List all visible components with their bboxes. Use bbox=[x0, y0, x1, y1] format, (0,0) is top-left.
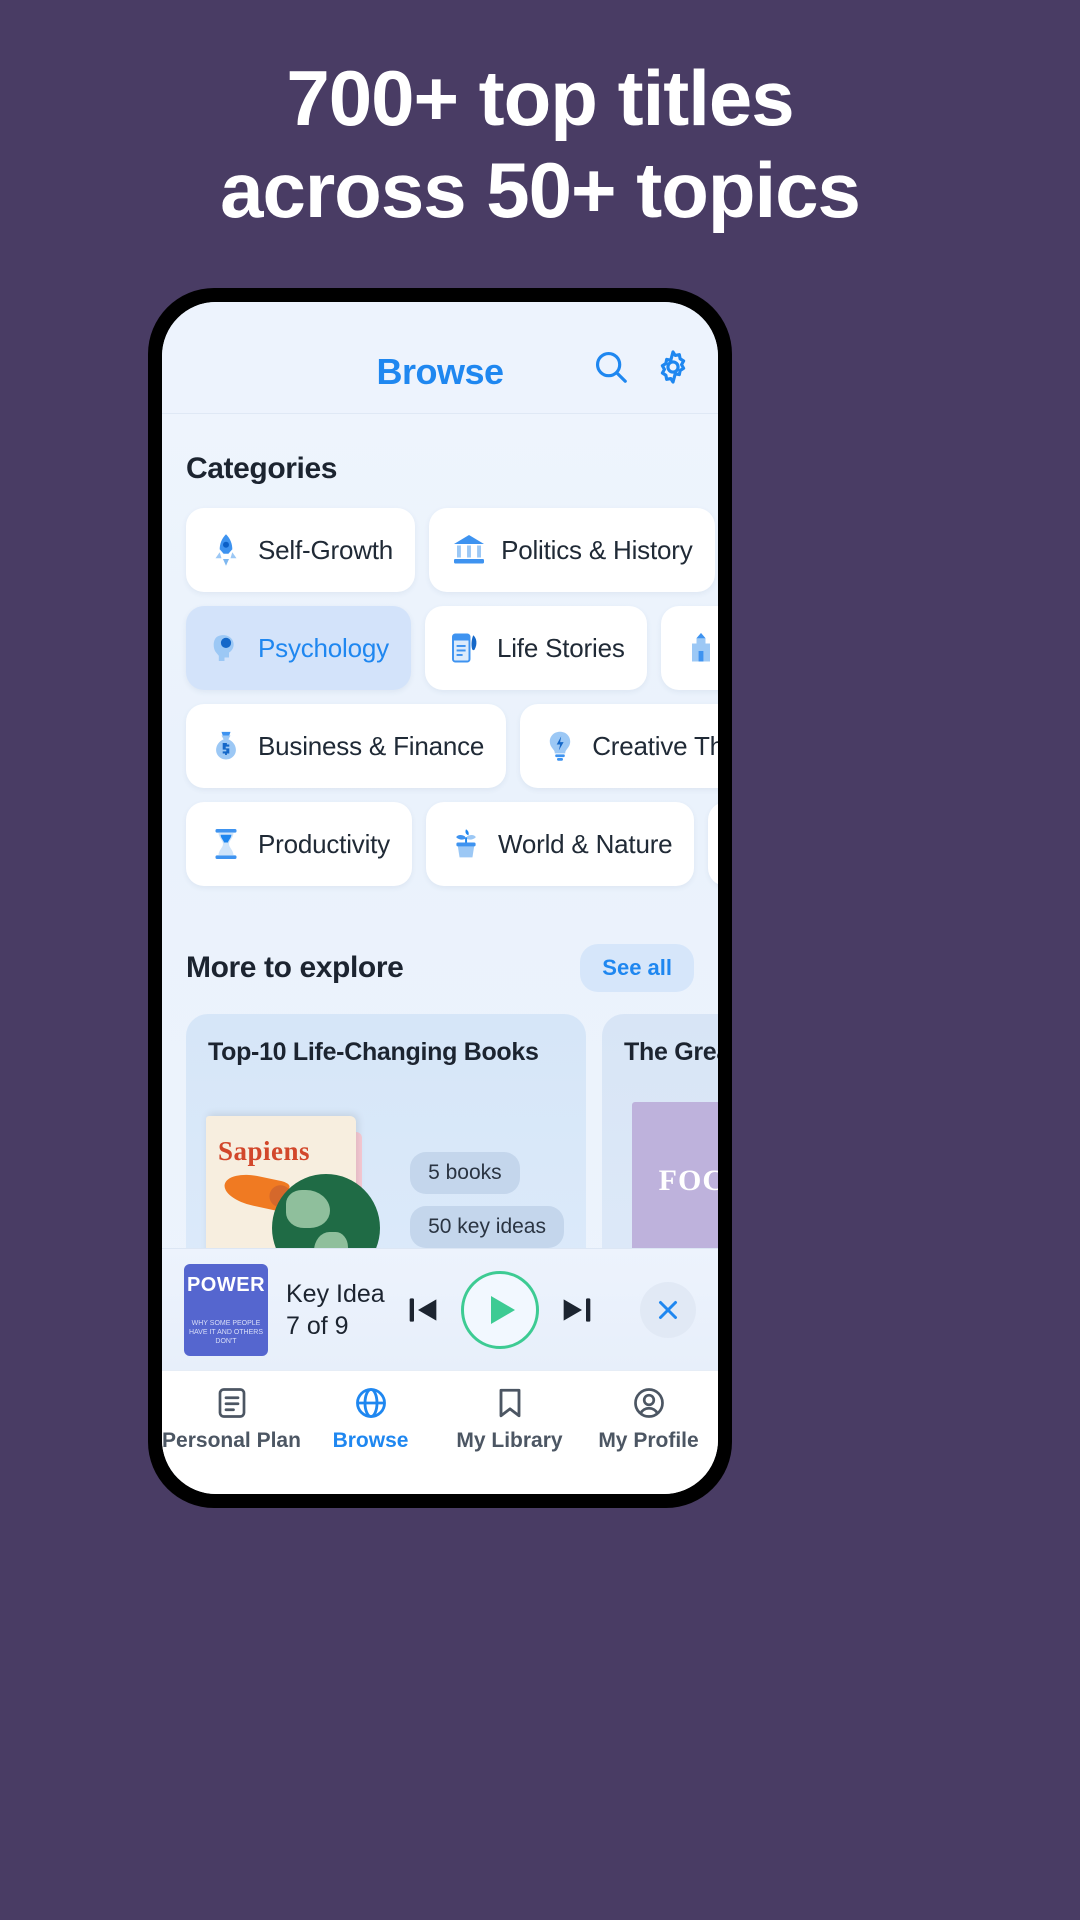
collection-card[interactable]: Top-10 Life-Changing Books Sapiens A Bri… bbox=[186, 1014, 586, 1248]
collection-badges: 5 books 50 key ideas bbox=[410, 1152, 564, 1248]
category-chip-label: Psychology bbox=[258, 632, 389, 663]
category-chip-politics-history[interactable]: Politics & History bbox=[429, 508, 715, 592]
book-stack: Sapiens A Brief History of bbox=[206, 1112, 436, 1248]
category-row: Psychology Life Stories bbox=[186, 606, 718, 690]
categories-title: Categories bbox=[186, 452, 338, 485]
globe-icon bbox=[355, 1388, 386, 1418]
see-all-button[interactable]: See all bbox=[580, 944, 694, 992]
list-icon bbox=[218, 1388, 245, 1418]
nav-label: My Library bbox=[456, 1429, 563, 1452]
phone-frame: Browse Categories Self-Growth Politics &… bbox=[148, 288, 732, 1508]
collection-card[interactable]: The Great FOCUS The Future of Your Compa… bbox=[602, 1014, 718, 1248]
rocket-icon bbox=[215, 534, 237, 566]
book-cover-sapiens: Sapiens A Brief History of bbox=[206, 1116, 380, 1248]
category-chip-label: World & Nature bbox=[497, 828, 673, 859]
category-chip-creative-thinking[interactable]: Creative Thinking bbox=[520, 704, 718, 788]
nav-item-my-library[interactable]: My Library bbox=[440, 1385, 579, 1494]
player-cover-subtitle: WHY SOME PEOPLE HAVE IT AND OTHERS DON'T bbox=[188, 1319, 264, 1345]
explore-title: More to explore bbox=[186, 951, 404, 984]
book-title: FOCUS bbox=[658, 1164, 718, 1197]
collection-title: Top-10 Life-Changing Books bbox=[208, 1038, 539, 1066]
scroll-quill-icon bbox=[451, 633, 477, 663]
book-stack: FOCUS The Future of Your Company Depends… bbox=[622, 1102, 718, 1248]
lightbulb-icon bbox=[549, 731, 571, 761]
play-icon bbox=[460, 1270, 539, 1349]
category-chip-world-nature[interactable]: World & Nature bbox=[425, 802, 695, 886]
brain-head-icon bbox=[213, 635, 234, 662]
category-row: Business & Finance Creative Thinking bbox=[186, 704, 718, 788]
close-icon[interactable] bbox=[640, 1281, 696, 1338]
header-actions bbox=[592, 348, 692, 386]
promo-headline: 700+ top titles across 50+ topics bbox=[0, 0, 1080, 236]
category-chip-religion[interactable]: Religion bbox=[660, 606, 718, 690]
app-scroll-body[interactable]: Categories Self-Growth Politics & Histor… bbox=[162, 414, 718, 1248]
phone-mockup: Browse Categories Self-Growth Politics &… bbox=[148, 288, 932, 1508]
page-title: Browse bbox=[376, 350, 504, 392]
play-button[interactable] bbox=[460, 1270, 539, 1349]
mini-player: POWER WHY SOME PEOPLE HAVE IT AND OTHERS… bbox=[162, 1248, 718, 1370]
collection-title: The Great bbox=[624, 1038, 718, 1066]
category-chip-business-finance[interactable]: Business & Finance bbox=[186, 704, 507, 788]
player-cover-title: POWER bbox=[186, 1273, 266, 1296]
phone-screen: Browse Categories Self-Growth Politics &… bbox=[162, 302, 718, 1494]
badge-key-ideas: 50 key ideas bbox=[410, 1206, 564, 1248]
app-header: Browse bbox=[162, 302, 718, 414]
money-bag-icon bbox=[216, 731, 236, 760]
book-title: Sapiens bbox=[218, 1136, 311, 1166]
nav-item-browse[interactable]: Browse bbox=[301, 1385, 440, 1494]
nav-item-my-profile[interactable]: My Profile bbox=[579, 1385, 718, 1494]
category-chip-label: Productivity bbox=[258, 828, 390, 859]
category-chip-label: Life Stories bbox=[496, 632, 625, 663]
category-chip-label: Business & Finance bbox=[258, 730, 485, 761]
nav-label: Browse bbox=[332, 1429, 409, 1452]
skip-previous-icon[interactable] bbox=[403, 1290, 443, 1330]
categories-header: Categories bbox=[162, 414, 718, 486]
category-chip-communication[interactable]: Communication bbox=[708, 802, 718, 886]
category-row: Self-Growth Politics & History bbox=[186, 508, 718, 592]
search-icon[interactable] bbox=[592, 348, 630, 386]
category-chip-life-stories[interactable]: Life Stories bbox=[424, 606, 647, 690]
player-line-1: Key Idea bbox=[286, 1279, 385, 1308]
headline-line-1: 700+ top titles bbox=[286, 54, 794, 142]
plant-icon bbox=[456, 829, 476, 858]
player-book-cover[interactable]: POWER WHY SOME PEOPLE HAVE IT AND OTHERS… bbox=[184, 1263, 268, 1356]
hourglass-icon bbox=[215, 829, 237, 859]
bank-icon bbox=[454, 535, 485, 564]
player-line-2: 7 of 9 bbox=[286, 1311, 349, 1340]
category-row: Productivity World & Nature bbox=[186, 802, 718, 886]
user-circle-icon bbox=[633, 1388, 664, 1418]
badge-books-count: 5 books bbox=[410, 1152, 520, 1194]
nav-item-personal-plan[interactable]: Personal Plan bbox=[162, 1385, 301, 1494]
category-chip-label: Politics & History bbox=[501, 534, 693, 565]
category-chip-psychology[interactable]: Psychology bbox=[186, 606, 411, 690]
player-meta: Key Idea 7 of 9 bbox=[286, 1278, 385, 1342]
bookmark-icon bbox=[499, 1388, 520, 1418]
category-chip-self-growth[interactable]: Self-Growth bbox=[186, 508, 416, 592]
book-cover-focus: FOCUS The Future of Your Company Depends… bbox=[632, 1102, 718, 1248]
temple-icon bbox=[691, 633, 710, 662]
gear-icon[interactable] bbox=[654, 348, 692, 386]
nav-label: My Profile bbox=[598, 1429, 699, 1452]
collection-carousel[interactable]: Top-10 Life-Changing Books Sapiens A Bri… bbox=[162, 992, 718, 1248]
explore-header: More to explore See all bbox=[162, 900, 718, 992]
bottom-navigation: Personal Plan Browse My Library My Profi… bbox=[162, 1370, 718, 1494]
category-chip-label: Self-Growth bbox=[258, 534, 394, 565]
category-chip-label: Creative Thinking bbox=[592, 730, 718, 761]
headline-line-2: across 50+ topics bbox=[220, 146, 861, 234]
skip-next-icon[interactable] bbox=[557, 1290, 597, 1330]
category-chip-productivity[interactable]: Productivity bbox=[186, 802, 412, 886]
category-chip-grid: Self-Growth Politics & History Psycholog… bbox=[162, 486, 718, 886]
nav-label: Personal Plan bbox=[162, 1429, 301, 1452]
